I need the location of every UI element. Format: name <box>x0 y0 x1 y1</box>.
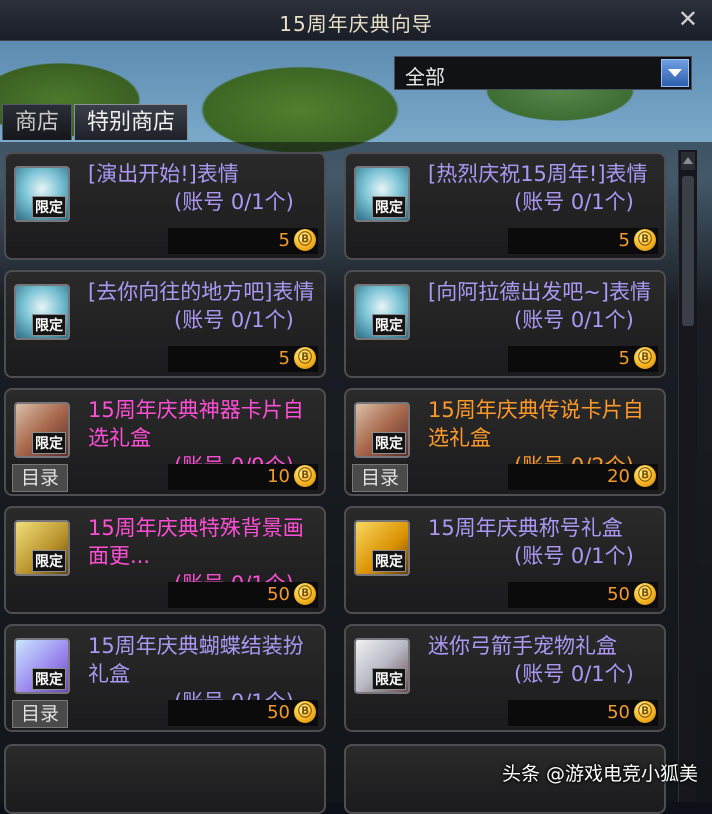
dropdown-selected-value: 全部 <box>405 65 445 89</box>
limited-badge: 限定 <box>372 432 406 454</box>
item-name-block: [演出开始!]表情 (账号 0/1个) <box>88 160 320 216</box>
item-price: 5 <box>278 230 290 251</box>
catalog-button[interactable]: 目录 <box>12 464 68 492</box>
card-box-icon: 限定 <box>14 402 70 458</box>
price-box: 50 Ⓑ <box>508 700 658 726</box>
coin-icon: Ⓑ <box>634 465 656 487</box>
item-name: 15周年庆典特殊背景画面更... <box>88 516 304 568</box>
item-limit: (账号 0/1个) <box>514 308 634 332</box>
item-card[interactable]: 限定 15周年庆典特殊背景画面更... (账号 0/1个) 50 Ⓑ <box>4 506 326 614</box>
item-limit: (账号 0/1个) <box>514 544 634 568</box>
item-card-partial[interactable] <box>4 744 326 814</box>
item-card[interactable]: 限定 迷你弓箭手宠物礼盒 (账号 0/1个) 50 Ⓑ <box>344 624 666 732</box>
item-name-block: [向阿拉德出发吧~]表情 (账号 0/1个) <box>428 278 660 334</box>
coin-icon: Ⓑ <box>634 701 656 723</box>
item-price: 50 <box>267 584 290 605</box>
coin-icon: Ⓑ <box>634 229 656 251</box>
price-box: 50 Ⓑ <box>168 582 318 608</box>
price-box: 20 Ⓑ <box>508 464 658 490</box>
watermark: 头条 @游戏电竞小狐美 <box>501 763 698 785</box>
price-box: 5 Ⓑ <box>508 228 658 254</box>
item-price: 50 <box>267 702 290 723</box>
title-15-icon: 限定 <box>354 520 410 576</box>
price-box: 50 Ⓑ <box>168 700 318 726</box>
item-price: 50 <box>607 584 630 605</box>
shop-tabs: 商店 特别商店 <box>2 104 190 142</box>
chevron-down-icon[interactable] <box>661 59 689 87</box>
bow-gift-icon: 限定 <box>14 638 70 694</box>
price-box: 50 Ⓑ <box>508 582 658 608</box>
item-name-block: [去你向往的地方吧]表情 (账号 0/1个) <box>88 278 320 334</box>
item-card[interactable]: 限定 15周年庆典传说卡片自选礼盒 (账号 0/2个) 20 Ⓑ 目录 <box>344 388 666 496</box>
item-limit: (账号 0/1个) <box>514 190 634 214</box>
background-frame-icon: 限定 <box>14 520 70 576</box>
coin-icon: Ⓑ <box>634 347 656 369</box>
item-name: [热烈庆祝15周年!]表情 <box>428 162 648 186</box>
item-name-block: 迷你弓箭手宠物礼盒 (账号 0/1个) <box>428 632 660 688</box>
category-dropdown[interactable]: 全部 <box>394 56 692 90</box>
pet-archer-icon: 限定 <box>354 638 410 694</box>
title-bar: 15周年庆典向导 ✕ <box>0 0 712 41</box>
item-price: 5 <box>618 348 630 369</box>
catalog-button[interactable]: 目录 <box>352 464 408 492</box>
item-name: 15周年庆典神器卡片自选礼盒 <box>88 398 304 450</box>
window-title: 15周年庆典向导 <box>279 12 433 36</box>
coin-icon: Ⓑ <box>294 701 316 723</box>
item-price: 20 <box>607 466 630 487</box>
limited-badge: 限定 <box>372 196 406 218</box>
limited-badge: 限定 <box>32 550 66 572</box>
limited-badge: 限定 <box>32 314 66 336</box>
coin-icon: Ⓑ <box>294 465 316 487</box>
price-box: 5 Ⓑ <box>508 346 658 372</box>
coin-icon: Ⓑ <box>294 583 316 605</box>
item-card[interactable]: 限定 [演出开始!]表情 (账号 0/1个) 5 Ⓑ <box>4 152 326 260</box>
item-limit: (账号 0/1个) <box>514 662 634 686</box>
emote-box-icon: 限定 <box>354 284 410 340</box>
item-limit: (账号 0/1个) <box>174 308 294 332</box>
item-price: 5 <box>618 230 630 251</box>
item-name: [向阿拉德出发吧~]表情 <box>428 280 651 304</box>
tab-special-shop[interactable]: 特别商店 <box>74 104 189 140</box>
limited-badge: 限定 <box>372 314 406 336</box>
coin-icon: Ⓑ <box>294 229 316 251</box>
item-name: 迷你弓箭手宠物礼盒 <box>428 634 617 658</box>
limited-badge: 限定 <box>32 196 66 218</box>
item-card[interactable]: 限定 [热烈庆祝15周年!]表情 (账号 0/1个) 5 Ⓑ <box>344 152 666 260</box>
item-name: 15周年庆典蝴蝶结装扮礼盒 <box>88 634 304 686</box>
item-card[interactable]: 限定 [去你向往的地方吧]表情 (账号 0/1个) 5 Ⓑ <box>4 270 326 378</box>
limited-badge: 限定 <box>372 668 406 690</box>
item-card[interactable]: 限定 15周年庆典神器卡片自选礼盒 (账号 0/9个) 10 Ⓑ 目录 <box>4 388 326 496</box>
emote-box-icon: 限定 <box>14 284 70 340</box>
item-limit: (账号 0/1个) <box>174 190 294 214</box>
item-card[interactable]: 限定 15周年庆典称号礼盒 (账号 0/1个) 50 Ⓑ <box>344 506 666 614</box>
limited-badge: 限定 <box>372 550 406 572</box>
coin-icon: Ⓑ <box>634 583 656 605</box>
item-name: 15周年庆典称号礼盒 <box>428 516 623 540</box>
item-card[interactable]: 限定 [向阿拉德出发吧~]表情 (账号 0/1个) 5 Ⓑ <box>344 270 666 378</box>
item-price: 50 <box>607 702 630 723</box>
item-name: 15周年庆典传说卡片自选礼盒 <box>428 398 644 450</box>
scroll-up-icon[interactable] <box>681 152 695 170</box>
emote-box-icon: 限定 <box>354 166 410 222</box>
item-name-block: 15周年庆典称号礼盒 (账号 0/1个) <box>428 514 660 570</box>
price-box: 5 Ⓑ <box>168 228 318 254</box>
catalog-button[interactable]: 目录 <box>12 700 68 728</box>
card-box-icon: 限定 <box>354 402 410 458</box>
item-price: 10 <box>267 466 290 487</box>
price-box: 5 Ⓑ <box>168 346 318 372</box>
item-name: [演出开始!]表情 <box>88 162 239 186</box>
coin-icon: Ⓑ <box>294 347 316 369</box>
limited-badge: 限定 <box>32 432 66 454</box>
item-card[interactable]: 限定 15周年庆典蝴蝶结装扮礼盒 (账号 0/1个) 50 Ⓑ 目录 <box>4 624 326 732</box>
limited-badge: 限定 <box>32 668 66 690</box>
item-name-block: [热烈庆祝15周年!]表情 (账号 0/1个) <box>428 160 660 216</box>
scrollbar[interactable] <box>678 150 697 802</box>
scroll-thumb[interactable] <box>682 176 694 326</box>
price-box: 10 Ⓑ <box>168 464 318 490</box>
item-price: 5 <box>278 348 290 369</box>
emote-box-icon: 限定 <box>14 166 70 222</box>
close-icon[interactable]: ✕ <box>678 5 698 33</box>
item-name: [去你向往的地方吧]表情 <box>88 280 315 304</box>
tab-shop[interactable]: 商店 <box>2 104 73 140</box>
